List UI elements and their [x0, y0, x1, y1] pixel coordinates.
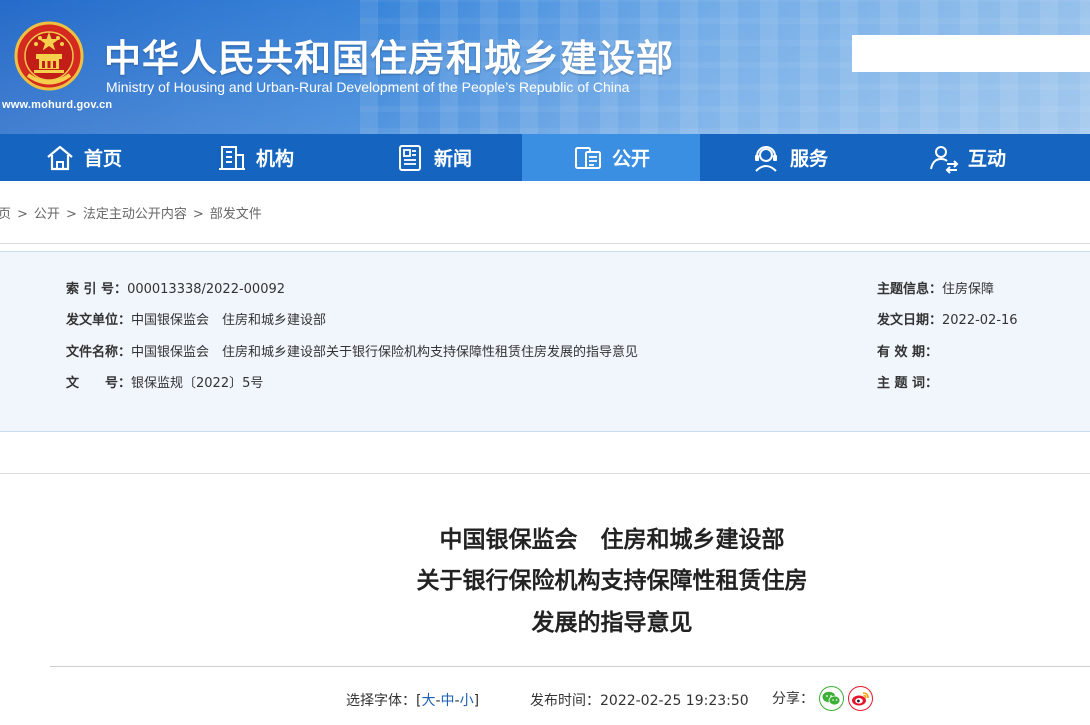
info-docname-row: 文件名称：中国银保监会 住房和城乡建设部关于银行保险机构支持保障性租赁住房发展的…: [66, 341, 638, 360]
font-size-label: 选择字体：: [346, 693, 416, 709]
info-topic-value: 住房保障: [942, 282, 995, 297]
nav-item-disclosure[interactable]: 公开: [522, 134, 700, 181]
info-issuer-label: 发文单位：: [66, 313, 132, 328]
info-issuer-value: 中国银保监会 住房和城乡建设部: [131, 313, 327, 328]
site-subtitle: Ministry of Housing and Urban-Rural Deve…: [106, 79, 630, 95]
info-docno-value: 银保监规〔2022〕5号: [131, 376, 264, 391]
breadcrumb-statutory-link[interactable]: 法定主动公开内容: [83, 207, 187, 222]
nav-label-home: 首页: [83, 148, 122, 170]
home-icon: [47, 145, 73, 170]
info-date-row: 发文日期：2022-02-16: [877, 309, 1018, 328]
info-docno-label: 文 号：: [66, 376, 132, 391]
font-size-selector: 选择字体：[大-中-小]: [346, 690, 479, 710]
breadcrumb: 页 > 公开 > 法定主动公开内容 > 部发文件: [0, 203, 262, 222]
publish-time-value: 2022-02-25 19:23:50: [600, 693, 749, 709]
publish-time-label: 发布时间：: [530, 693, 600, 709]
info-date-value: 2022-02-16: [942, 313, 1018, 328]
nav-item-news[interactable]: 新闻: [344, 134, 522, 181]
breadcrumb-disclosure-link[interactable]: 公开: [34, 207, 60, 222]
nav-item-organization[interactable]: 机构: [166, 134, 344, 181]
article-title-line-2: 关于银行保险机构支持保障性租赁住房: [416, 568, 808, 594]
disclosure-icon: [574, 146, 601, 169]
article-title-line-3: 发展的指导意见: [531, 610, 693, 636]
nav-item-home[interactable]: 首页: [0, 134, 166, 181]
weibo-share-icon[interactable]: [848, 686, 873, 711]
site-title[interactable]: 中华人民共和国住房和城乡建设部: [104, 28, 674, 82]
info-index-value: 000013338/2022-00092: [127, 282, 286, 297]
site-url: www.mohurd.gov.cn: [2, 99, 113, 111]
info-docname-label: 文件名称：: [66, 345, 132, 360]
breadcrumb-documents-link[interactable]: 部发文件: [210, 207, 262, 222]
search-input[interactable]: [852, 35, 1090, 72]
publish-time: 发布时间：2022-02-25 19:23:50: [530, 690, 749, 710]
interaction-icon: [930, 145, 959, 174]
breadcrumb-separator: >: [192, 207, 204, 222]
article-title-line-1: 中国银保监会 住房和城乡建设部: [439, 527, 785, 553]
info-index-label: 索 引 号：: [66, 282, 128, 297]
nav-label-disclosure: 公开: [611, 148, 650, 170]
font-large-button[interactable]: 大: [421, 693, 435, 709]
share-label: 分享：: [772, 691, 814, 707]
document-info-panel: 索 引 号：000013338/2022-00092 发文单位：中国银保监会 住…: [0, 251, 1090, 432]
divider: [0, 473, 1090, 474]
site-header: www.mohurd.gov.cn 中华人民共和国住房和城乡建设部 Minist…: [0, 0, 1090, 134]
nav-label-service: 服务: [789, 148, 828, 170]
font-small-button[interactable]: 小: [460, 693, 474, 709]
info-index-row: 索 引 号：000013338/2022-00092: [66, 278, 285, 297]
national-emblem-icon[interactable]: [14, 20, 84, 92]
info-docname-value: 中国银保监会 住房和城乡建设部关于银行保险机构支持保障性租赁住房发展的指导意见: [131, 345, 639, 360]
nav-label-organization: 机构: [255, 148, 294, 170]
divider: [0, 243, 1090, 244]
main-nav: 首页 机构 新闻 公开 服务 互动: [0, 134, 1090, 181]
building-icon: [218, 145, 245, 170]
info-keywords-row: 主 题 词：: [877, 372, 938, 391]
breadcrumb-separator: >: [65, 207, 77, 222]
info-keywords-label: 主 题 词：: [877, 376, 939, 391]
divider: [50, 666, 1090, 667]
info-topic-row: 主题信息：住房保障: [877, 278, 994, 297]
font-medium-button[interactable]: 中: [441, 693, 455, 709]
bracket-close: ]: [473, 693, 480, 709]
breadcrumb-separator: >: [17, 207, 28, 222]
info-issuer-row: 发文单位：中国银保监会 住房和城乡建设部: [66, 309, 326, 328]
info-validity-row: 有 效 期：: [877, 341, 938, 360]
nav-item-interaction[interactable]: 互动: [878, 134, 1056, 181]
nav-label-interaction: 互动: [967, 148, 1006, 170]
info-docno-row: 文 号：银保监规〔2022〕5号: [66, 372, 263, 391]
news-icon: [398, 144, 421, 171]
service-icon: [754, 145, 777, 172]
info-date-label: 发文日期：: [877, 313, 943, 328]
wechat-share-icon[interactable]: [819, 686, 844, 711]
nav-label-news: 新闻: [433, 148, 472, 170]
breadcrumb-home-link[interactable]: 页: [0, 207, 11, 222]
nav-item-service[interactable]: 服务: [700, 134, 878, 181]
info-validity-label: 有 效 期：: [877, 345, 939, 360]
info-topic-label: 主题信息：: [877, 282, 943, 297]
